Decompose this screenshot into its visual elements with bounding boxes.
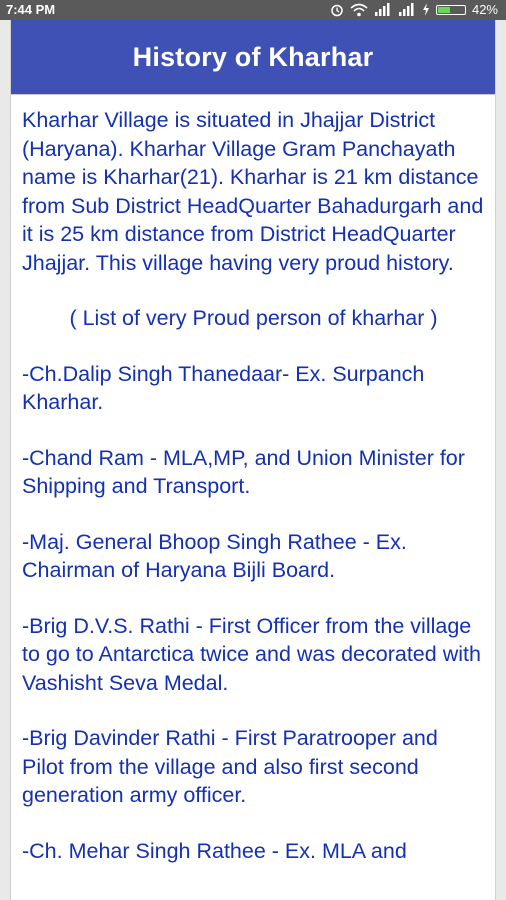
- person-item: -Ch.Dalip Singh Thanedaar- Ex. Surpanch …: [22, 361, 425, 415]
- header-divider: [11, 94, 495, 95]
- person-item: -Brig D.V.S. Rathi - First Officer from …: [22, 613, 481, 695]
- signal-icon-2: [398, 3, 416, 16]
- charging-icon: [422, 3, 430, 16]
- history-text: Kharhar Village is situated in Jhajjar D…: [22, 106, 485, 892]
- intro-paragraph: Kharhar Village is situated in Jhajjar D…: [22, 108, 484, 275]
- status-icons: 42%: [330, 2, 498, 17]
- status-time: 7:44 PM: [6, 2, 56, 17]
- status-bar: 7:44 PM 42%: [0, 0, 506, 20]
- list-heading: ( List of very Proud person of kharhar ): [69, 306, 438, 330]
- person-item: -Chand Ram - MLA,MP, and Union Minister …: [22, 445, 465, 499]
- person-item: -Ch. Mehar Singh Rathee - Ex. MLA and: [22, 838, 407, 863]
- person-item: -Maj. General Bhoop Singh Rathee - Ex. C…: [22, 529, 407, 583]
- content-card: History of Kharhar Kharhar Village is si…: [10, 20, 496, 900]
- signal-icon-1: [374, 3, 392, 16]
- wifi-icon: [350, 3, 368, 17]
- page-title: History of Kharhar: [132, 41, 374, 72]
- battery-percent: 42%: [471, 2, 498, 17]
- alarm-icon: [330, 3, 344, 17]
- app-header: History of Kharhar: [11, 20, 495, 94]
- battery-icon: [435, 4, 466, 15]
- person-item: -Brig Davinder Rathi - First Paratrooper…: [22, 726, 438, 807]
- battery-fill: [437, 6, 450, 13]
